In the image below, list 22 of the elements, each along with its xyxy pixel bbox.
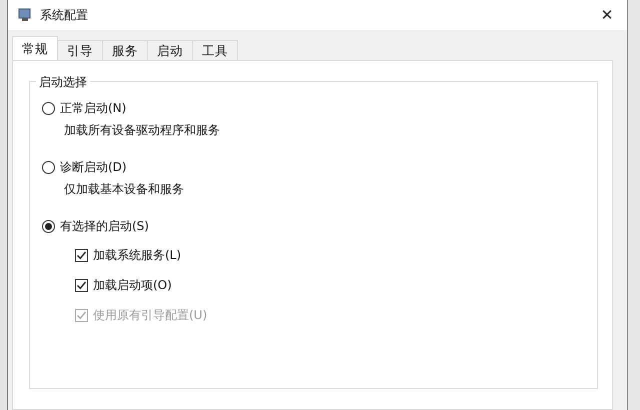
option-label: 使用原有引导配置(U) [93, 307, 208, 324]
tab[interactable]: 服务 [102, 40, 148, 60]
option-description: 仅加载基本设备和服务 [64, 181, 185, 198]
radio-button[interactable] [42, 160, 55, 174]
option-label: 有选择的启动(S) [60, 218, 149, 235]
group-title: 启动选择 [36, 73, 90, 91]
option-label: 加载启动项(O) [93, 277, 172, 294]
close-button[interactable]: ✕ [587, 0, 627, 30]
tab[interactable]: 工具 [192, 40, 238, 60]
option-label: 加载系统服务(L) [93, 247, 182, 264]
radio-button[interactable] [42, 220, 55, 232]
tab[interactable]: 启动 [147, 40, 193, 60]
checkbox[interactable] [75, 278, 88, 292]
checkbox[interactable] [75, 248, 88, 262]
app-icon [18, 8, 32, 22]
option-description: 加载所有设备驱动程序和服务 [64, 122, 221, 139]
option-label: 正常启动(N) [60, 100, 126, 117]
tab[interactable]: 引导 [57, 40, 103, 60]
tab[interactable]: 常规 [12, 36, 58, 60]
option-label: 诊断启动(D) [60, 159, 127, 176]
radio-button[interactable] [42, 102, 55, 114]
window-title: 系统配置 [40, 7, 88, 24]
